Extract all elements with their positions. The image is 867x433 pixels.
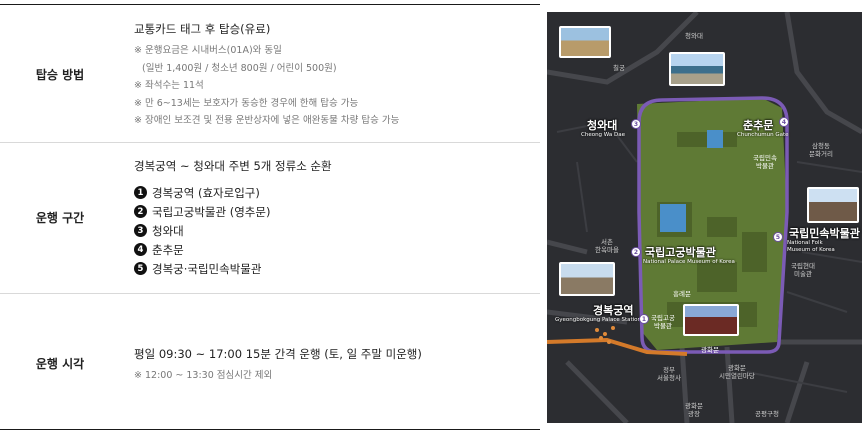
time-note: ※ 12:00 ~ 13:30 점심시간 제외 — [134, 370, 273, 381]
bus-info-table: 탑승 방법 교통카드 태그 후 탑승(유료) ※ 운행요금은 시내버스(01A)… — [0, 4, 540, 430]
label-chunchumun-en: Chunchumun Gate — [737, 132, 789, 138]
route-lead: 경복궁역 ~ 청와대 주변 5개 정류소 순환 — [134, 159, 332, 173]
list-item: 5 경복궁·국립민속박물관 — [134, 259, 534, 278]
row-content-time: 평일 09:30 ~ 17:00 15분 간격 운행 (토, 일 주말 미운행)… — [134, 346, 534, 385]
boarding-lead: 교통카드 태그 후 탑승(유료) — [134, 22, 271, 36]
stop-name: 청와대 — [152, 223, 184, 238]
label-seochon: 서촌 한옥마을 — [595, 238, 619, 254]
table-bottom-border — [0, 429, 540, 430]
folk-museum-photo — [807, 187, 859, 223]
route-map: 청와대 칠궁 청와대 Cheong Wa Dae 3 춘추문 Chunchumu… — [547, 12, 862, 423]
gwanghwamun-photo — [683, 304, 739, 336]
stop-3-marker: 3 — [631, 119, 641, 129]
label-gwanghwamun-plaza-st: 광화문 시민열린마당 — [719, 364, 755, 380]
row-header-time: 운행 시각 — [35, 357, 85, 371]
label-govt-complex: 정부 서울청사 — [657, 366, 681, 382]
stop-name: 경복궁역 (효자로입구) — [152, 185, 260, 200]
label-gyeongbokgung-station-en: Gyeongbokgung Palace Station — [555, 317, 642, 323]
list-item: 3 청와대 — [134, 221, 534, 240]
boarding-note: ※ 만 6~13세는 보호자가 동승한 경우에 한해 탑승 가능 — [134, 97, 359, 109]
row-time: 운행 시각 평일 09:30 ~ 17:00 15분 간격 운행 (토, 일 주… — [0, 294, 540, 429]
boarding-note: ※ 좌석수는 11석 — [134, 80, 204, 91]
label-chunchumun: 춘추문 — [743, 119, 774, 132]
time-lead: 평일 09:30 ~ 17:00 15분 간격 운행 (토, 일 주말 미운행) — [134, 347, 422, 361]
list-item: 1 경복궁역 (효자로입구) — [134, 183, 534, 202]
boarding-note: (일반 1,400원 / 청소년 800원 / 어린이 500원) — [142, 62, 337, 74]
row-content-route: 경복궁역 ~ 청와대 주변 5개 정류소 순환 1 경복궁역 (효자로입구) 2… — [134, 158, 534, 278]
list-item: 2 국립고궁박물관 (영추문) — [134, 202, 534, 221]
stop-number: 4 — [134, 243, 147, 256]
label-gwanghwamun-small: 광화문 — [701, 346, 719, 354]
stop-number: 2 — [134, 205, 147, 218]
stop-number: 5 — [134, 262, 147, 275]
label-mmca: 국립현대 미술관 — [791, 262, 815, 278]
stop-number: 3 — [134, 224, 147, 237]
label-palace-museum: 국립고궁박물관 — [645, 246, 716, 259]
label-cheongwadae: 청와대 — [587, 119, 618, 132]
label-chilgung: 칠궁 — [613, 64, 625, 72]
cheongwadae-photo — [669, 52, 725, 86]
row-route: 운행 구간 경복궁역 ~ 청와대 주변 5개 정류소 순환 1 경복궁역 (효자… — [0, 143, 540, 293]
stop-name: 경복궁·국립민속박물관 — [152, 261, 262, 276]
label-cheongwadae-top: 청와대 — [685, 32, 703, 40]
label-palace-museum-en: National Palace Museum of Korea — [643, 259, 735, 265]
stop-1-marker: 1 — [639, 314, 649, 324]
boarding-note: ※ 장애인 보조견 및 전용 운반상자에 넣은 애완동물 차량 탑승 가능 — [134, 115, 400, 126]
boarding-note: ※ 운행요금은 시내버스(01A)와 동일 — [134, 45, 282, 56]
label-cheongwadae-en: Cheong Wa Dae — [581, 132, 625, 138]
stop-5-marker: 5 — [773, 232, 783, 242]
chilgung-photo — [559, 26, 611, 58]
stop-number: 1 — [134, 186, 147, 199]
label-folk-museum-en: National Folk Museum of Korea — [787, 240, 835, 253]
stop-name: 국립고궁박물관 (영추문) — [152, 204, 271, 219]
stop-4-marker: 4 — [779, 117, 789, 127]
row-header-route: 운행 구간 — [35, 211, 85, 225]
stop-name: 춘추문 — [152, 242, 184, 257]
row-content-boarding: 교통카드 태그 후 탑승(유료) ※ 운행요금은 시내버스(01A)와 동일 (… — [134, 21, 534, 130]
label-samcheong: 삼청동 문화거리 — [809, 142, 833, 158]
label-folk-small: 국립민속 박물관 — [753, 154, 777, 170]
list-item: 4 춘추문 — [134, 240, 534, 259]
label-gwanghwamun-square: 광화문 광장 — [685, 402, 703, 418]
stop-2-marker: 2 — [631, 247, 641, 257]
row-header-boarding: 탑승 방법 — [35, 68, 85, 82]
row-boarding: 탑승 방법 교통카드 태그 후 탑승(유료) ※ 운행요금은 시내버스(01A)… — [0, 4, 540, 142]
label-gongpyeong: 공평구청 — [755, 410, 779, 418]
label-heungnyemun: 흥례문 — [673, 290, 691, 298]
label-folk-museum: 국립민속박물관 — [789, 227, 860, 240]
label-palace-small: 국립고궁 박물관 — [651, 314, 675, 330]
label-gyeongbokgung-station: 경복궁역 — [593, 304, 634, 317]
palace-museum-photo — [559, 262, 615, 296]
